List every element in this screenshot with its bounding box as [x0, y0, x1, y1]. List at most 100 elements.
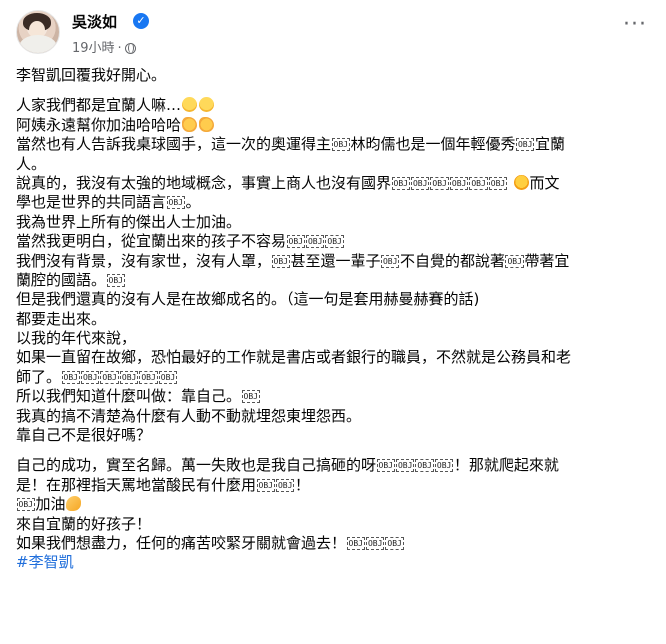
object-placeholder-icon: OBJ — [325, 235, 344, 249]
post-line: 當然也有人告訴我桌球國手，這一次的奧運得主 OBJ 林昀儒也是一個年輕優秀 OBJ 宜蘭 — [16, 135, 650, 154]
post-meta: 19小時 · — [72, 37, 136, 56]
object-placeholder-icon: OBJ — [430, 176, 449, 190]
author-name[interactable]: 吳淡如 — [72, 11, 117, 32]
object-placeholder-icon: OBJ — [271, 254, 290, 268]
clapping-hands-emoji-icon — [182, 116, 198, 132]
post-text-segment: 說真的，我沒有太強的地域概念，事實上商人也沒有國界 — [16, 173, 392, 192]
post-line: OBJ 加油 — [16, 495, 650, 514]
object-placeholder-icon: OBJ — [380, 254, 400, 268]
rofl-emoji-icon — [513, 174, 529, 190]
object-placeholder-icon: OBJ — [505, 254, 524, 268]
post-text-segment: 師了。 — [16, 367, 62, 386]
post-text-segment: 林昀儒也是一個年輕優秀 — [350, 135, 516, 154]
weary-face-emoji-icon — [199, 97, 215, 113]
post-time[interactable]: 19小時 — [72, 41, 115, 56]
post-line: 學也是世界的共同語言 OBJ。 — [16, 193, 650, 212]
object-placeholder-icon: OBJ — [376, 459, 395, 473]
object-placeholder-icon: OBJ — [449, 176, 469, 190]
object-placeholder-icon: OBJ — [410, 176, 430, 190]
post-line: 當然我更明白，從宜蘭出來的孩子不容易 OBJ OBJ OBJ — [16, 232, 650, 251]
post-line: 我真的搞不清楚為什麼有人動不動就埋怨東埋怨西。 — [16, 406, 362, 425]
clapping-hands-emoji-icon — [199, 116, 215, 132]
object-placeholder-icon: OBJ — [61, 370, 80, 384]
object-placeholder-icon: OBJ — [346, 536, 365, 550]
post-text-segment: 。 — [185, 193, 201, 212]
object-placeholder-icon: OBJ — [469, 176, 488, 190]
post-line: 但是我們還真的沒有人是在故鄉成名的。（這一句是套用赫曼赫賽的話) — [16, 290, 480, 309]
post-text-segment: 學也是世界的共同語言 — [16, 193, 167, 212]
post-line: 阿姨永遠幫你加油哈哈哈 — [16, 116, 650, 135]
post-text-segment: 阿姨永遠幫你加油哈哈哈 — [16, 115, 182, 134]
post-line: 人家我們都是宜蘭人嘛… — [16, 96, 650, 115]
weary-face-emoji-icon — [182, 97, 198, 113]
flexed-biceps-emoji-icon — [66, 496, 82, 512]
post-text-segment: 如果我們想盡力，任何的痛苦咬緊牙關就會過去！ — [16, 533, 347, 552]
object-placeholder-icon: OBJ — [106, 273, 125, 287]
post-text-segment: 加油 — [35, 495, 66, 514]
post-paragraph: 自己的成功，實至名歸。萬一失敗也是我自己搞砸的呀 OBJ OBJ OBJ OBJ ！那就爬… — [16, 456, 650, 572]
post-line: 師了。 OBJ OBJ OBJ OBJ OBJ OBJ — [16, 368, 650, 387]
post-line: 如果我們想盡力，任何的痛苦咬緊牙關就會過去！ OBJ OBJ OBJ — [16, 534, 650, 553]
object-placeholder-icon: OBJ — [434, 459, 454, 473]
post-header: 吳淡如 ✓ 19小時 · ··· — [16, 10, 650, 58]
facebook-post: 吳淡如 ✓ 19小時 · ··· 李智凱回覆我好開心。 人家我們都是宜蘭人嘛… 阿… — [0, 0, 666, 644]
post-line: 所以我們知道什麼叫做：靠自己。 OBJ — [16, 387, 650, 406]
object-placeholder-icon: OBJ — [119, 370, 139, 384]
post-line: 都要走出來。 — [16, 309, 107, 328]
post-text-segment: 所以我們知道什麼叫做：靠自己。 — [16, 387, 242, 406]
object-placeholder-icon: OBJ — [166, 196, 185, 210]
object-placeholder-icon: OBJ — [515, 138, 535, 152]
object-placeholder-icon: OBJ — [139, 370, 158, 384]
post-line: 我們沒有背景，沒有家世，沒有人罩， OBJ 甚至還一輩子 OBJ 不自覺的都說著 OBJ 帶… — [16, 252, 650, 271]
verified-badge-icon: ✓ — [133, 13, 149, 29]
object-placeholder-icon: OBJ — [100, 370, 119, 384]
post-text-segment: 是！在那裡指天罵地當酸民有什麼用 — [16, 475, 257, 494]
meta-separator: · — [117, 41, 122, 56]
object-placeholder-icon: OBJ — [365, 536, 385, 550]
post-line: 來自宜蘭的好孩子！ — [16, 514, 152, 533]
post-line: 如果一直留在故鄉，恐怕最好的工作就是書店或者銀行的職員，不然就是公務員和老 — [16, 348, 572, 367]
post-paragraph: 人家我們都是宜蘭人嘛… 阿姨永遠幫你加油哈哈哈 當然也有人告訴我桌球國手，這一次… — [16, 96, 650, 445]
object-placeholder-icon: OBJ — [385, 536, 404, 550]
post-text-segment: 我們沒有背景，沒有家世，沒有人罩， — [16, 251, 272, 270]
post-text-segment: 而文 — [529, 173, 560, 192]
post-text-segment: 人家我們都是宜蘭人嘛… — [16, 96, 182, 115]
post-line: 李智凱回覆我好開心。 — [16, 66, 167, 84]
object-placeholder-icon: OBJ — [331, 138, 350, 152]
object-placeholder-icon: OBJ — [16, 498, 35, 512]
object-placeholder-icon: OBJ — [415, 459, 434, 473]
post-text-segment: 宜蘭 — [534, 135, 565, 154]
more-options-button[interactable]: ··· — [620, 14, 650, 40]
post-line: 自己的成功，實至名歸。萬一失敗也是我自己搞砸的呀 OBJ OBJ OBJ OBJ ！那就爬… — [16, 456, 650, 475]
object-placeholder-icon: OBJ — [275, 478, 295, 492]
public-globe-icon[interactable] — [124, 43, 136, 54]
object-placeholder-icon: OBJ — [286, 235, 305, 249]
post-line: 以我的年代來說， — [16, 329, 137, 348]
post-text-segment: 帶著宜 — [524, 251, 570, 270]
post-text-segment: ！那就爬起來就 — [453, 456, 559, 475]
post-text-segment: 不自覺的都說著 — [399, 251, 505, 270]
post-line: 是！在那裡指天罵地當酸民有什麼用 OBJ OBJ！ — [16, 476, 650, 495]
post-line: 蘭腔的國語。 OBJ — [16, 271, 650, 290]
post-text-segment: ！ — [294, 475, 310, 494]
post-line: 說真的，我沒有太強的地域概念，事實上商人也沒有國界 OBJ OBJ OBJ OBJ OBJ… — [16, 174, 650, 193]
object-placeholder-icon: OBJ — [80, 370, 100, 384]
object-placeholder-icon: OBJ — [391, 176, 410, 190]
object-placeholder-icon: OBJ — [241, 390, 260, 404]
post-content: 李智凱回覆我好開心。 人家我們都是宜蘭人嘛… 阿姨永遠幫你加油哈哈哈 當然也有人… — [16, 66, 650, 584]
post-text-segment: 自己的成功，實至名歸。萬一失敗也是我自己搞砸的呀 — [16, 456, 377, 475]
post-line: 我為世界上所有的傑出人士加油。 — [16, 212, 242, 231]
post-text-segment: 當然我更明白，從宜蘭出來的孩子不容易 — [16, 232, 287, 251]
post-text-segment: 蘭腔的國語。 — [16, 270, 107, 289]
object-placeholder-icon: OBJ — [395, 459, 415, 473]
object-placeholder-icon: OBJ — [305, 235, 325, 249]
author-avatar[interactable] — [16, 10, 60, 54]
post-text-segment: 當然也有人告訴我桌球國手，這一次的奧運得主 — [16, 135, 332, 154]
hashtag-link[interactable]: #李智凱 — [16, 553, 650, 572]
object-placeholder-icon: OBJ — [256, 478, 275, 492]
post-text-segment: 甚至還一輩子 — [290, 251, 381, 270]
post-line: 靠自己不是很好嗎？ — [16, 426, 152, 445]
object-placeholder-icon: OBJ — [488, 176, 508, 190]
post-line: 人。 — [16, 154, 47, 173]
object-placeholder-icon: OBJ — [158, 370, 178, 384]
